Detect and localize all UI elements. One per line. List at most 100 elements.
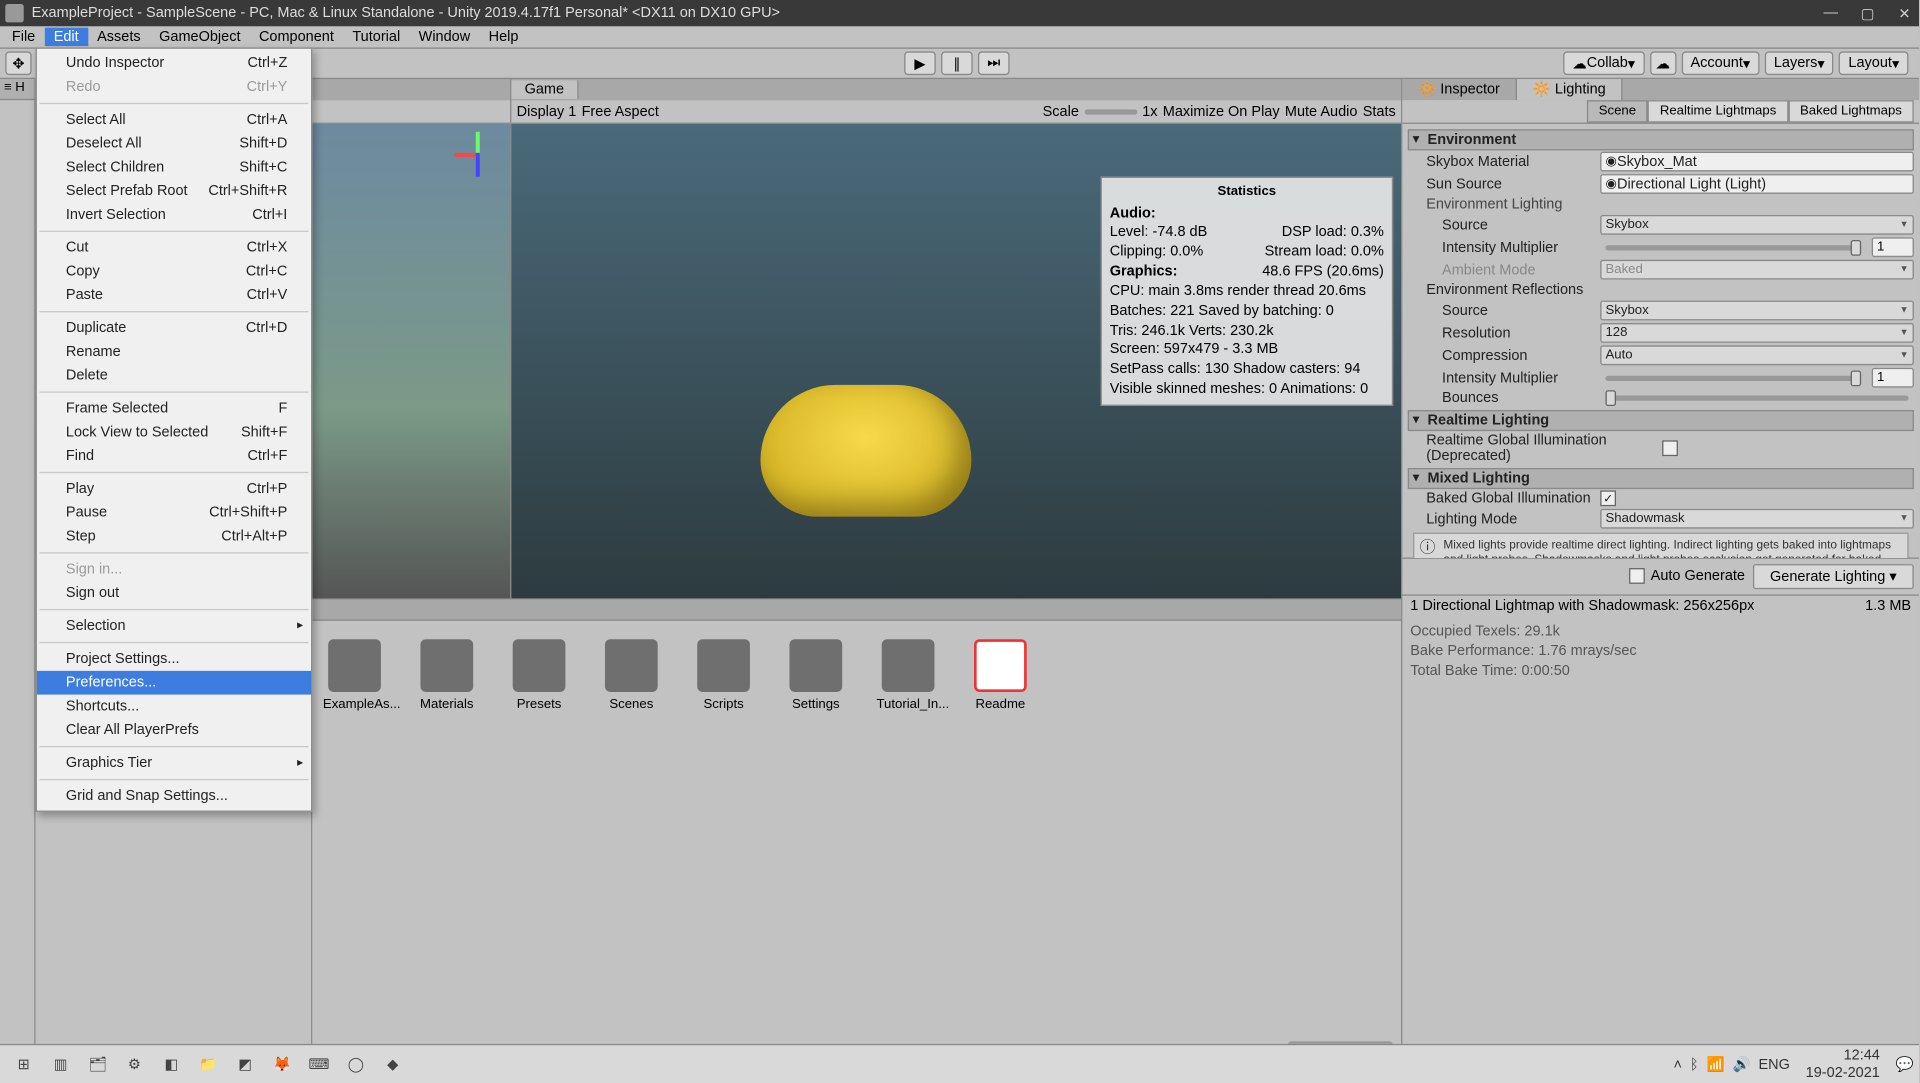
menu-component[interactable]: Component [250, 28, 343, 46]
menu-item-delete[interactable]: Delete [37, 364, 311, 388]
menu-window[interactable]: Window [409, 28, 479, 46]
services-button[interactable]: ☁ [1650, 51, 1676, 75]
menu-edit[interactable]: Edit [44, 28, 87, 46]
notifications-icon[interactable]: 💬 [1896, 1056, 1914, 1073]
game-tab[interactable]: Game [511, 80, 578, 98]
bounces-slider pad[interactable] [1605, 395, 1908, 400]
start-button[interactable]: ⊞ [5, 1048, 42, 1080]
sun-source-field[interactable]: ◉ Directional Light (Light) [1600, 174, 1914, 194]
baked-gi-checkbox[interactable]: ✓ [1600, 490, 1616, 506]
menu-item-duplicate[interactable]: DuplicateCtrl+D [37, 316, 311, 340]
menu-item-undo-inspector[interactable]: Undo InspectorCtrl+Z [37, 51, 311, 75]
generate-lighting-button[interactable]: Generate Lighting ▾ [1753, 563, 1914, 588]
menu-item-step[interactable]: StepCtrl+Alt+P [37, 525, 311, 549]
hand-tool-button[interactable]: ✥ [5, 51, 31, 75]
asset-settings[interactable]: Settings [784, 639, 847, 711]
menu-item-select-prefab-root[interactable]: Select Prefab RootCtrl+Shift+R [37, 179, 311, 203]
tab-lighting[interactable]: 🔆 Lighting [1517, 79, 1623, 100]
obs-icon[interactable]: ◯ [337, 1048, 374, 1080]
menu-item-selection[interactable]: Selection [37, 614, 311, 638]
menu-item-paste[interactable]: PasteCtrl+V [37, 283, 311, 307]
mixed-lighting-header[interactable]: Mixed Lighting [1408, 468, 1914, 489]
auto-generate-checkbox[interactable]: Auto Generate [1630, 563, 1745, 588]
subtab-realtime-lightmaps[interactable]: Realtime Lightmaps [1648, 100, 1788, 122]
intensity-value[interactable] [1872, 237, 1914, 257]
menu-item-play[interactable]: PlayCtrl+P [37, 477, 311, 501]
skybox-material-field[interactable]: ◉ Skybox_Mat [1600, 152, 1914, 172]
mute-audio-toggle[interactable]: Mute Audio [1285, 103, 1358, 119]
menu-gameobject[interactable]: GameObject [150, 28, 250, 46]
clock[interactable]: 12:4419-02-2021 [1798, 1048, 1888, 1080]
settings-icon[interactable]: ⚙ [116, 1048, 153, 1080]
play-button[interactable]: ▶ [904, 51, 936, 75]
layout-dropdown[interactable]: Layout ▾ [1839, 51, 1908, 75]
language-indicator[interactable]: ENG [1758, 1056, 1789, 1072]
menu-item-find[interactable]: FindCtrl+F [37, 444, 311, 468]
maximize-button[interactable]: ▢ [1858, 5, 1876, 22]
display-dropdown[interactable]: Display 1 [517, 103, 577, 119]
bluetooth-icon[interactable]: ᛒ [1690, 1056, 1699, 1072]
asset-exampleas-[interactable]: ExampleAs... [323, 639, 386, 711]
collab-dropdown[interactable]: ☁ Collab ▾ [1563, 51, 1644, 75]
realtime-gi-checkbox[interactable] [1662, 440, 1678, 456]
edit-menu[interactable]: Undo InspectorCtrl+ZRedoCtrl+YSelect All… [36, 47, 313, 811]
firefox-icon[interactable]: 🦊 [264, 1048, 301, 1080]
menu-item-lock-view-to-selected[interactable]: Lock View to SelectedShift+F [37, 420, 311, 444]
wifi-icon[interactable]: 📶 [1707, 1056, 1725, 1073]
folder-icon[interactable]: 📁 [190, 1048, 227, 1080]
asset-scenes[interactable]: Scenes [600, 639, 663, 711]
project-grid[interactable]: ExampleAs...MaterialsPresetsScenesScript… [312, 600, 1401, 1055]
menu-item-cut[interactable]: CutCtrl+X [37, 236, 311, 260]
menu-item-select-children[interactable]: Select ChildrenShift+C [37, 156, 311, 180]
menu-item-copy[interactable]: CopyCtrl+C [37, 260, 311, 284]
menu-tutorial[interactable]: Tutorial [343, 28, 409, 46]
menubar[interactable]: FileEditAssetsGameObjectComponentTutoria… [0, 26, 1919, 47]
tab-inspector[interactable]: 🔆 Inspector [1402, 79, 1517, 100]
menu-item-grid-and-snap-settings-[interactable]: Grid and Snap Settings... [37, 784, 311, 808]
refl-intensity-slider[interactable] [1605, 375, 1861, 380]
close-button[interactable]: ✕ [1895, 5, 1913, 22]
refl-intensity-value[interactable] [1872, 368, 1914, 388]
inspector-tabs[interactable]: 🔆 Inspector🔆 Lighting [1402, 79, 1919, 100]
realtime-lighting-header[interactable]: Realtime Lighting [1408, 410, 1914, 431]
hierarchy-panel[interactable]: ≡ H [0, 79, 36, 1054]
asset-tutorial-in-[interactable]: Tutorial_In... [876, 639, 939, 711]
menu-item-deselect-all[interactable]: Deselect AllShift+D [37, 132, 311, 156]
refl-resolution-dropdown[interactable]: 128 [1600, 323, 1914, 343]
task-view-button[interactable]: ▥ [42, 1048, 79, 1080]
volume-icon[interactable]: 🔊 [1732, 1056, 1750, 1073]
menu-item-invert-selection[interactable]: Invert SelectionCtrl+I [37, 203, 311, 227]
maximize-on-play-toggle[interactable]: Maximize On Play [1163, 103, 1280, 119]
environment-header[interactable]: Environment [1408, 129, 1914, 150]
menu-file[interactable]: File [3, 28, 45, 46]
menu-item-frame-selected[interactable]: Frame SelectedF [37, 397, 311, 421]
asset-materials[interactable]: Materials [415, 639, 478, 711]
menu-item-shortcuts-[interactable]: Shortcuts... [37, 695, 311, 719]
menu-assets[interactable]: Assets [88, 28, 150, 46]
menu-item-preferences-[interactable]: Preferences... [37, 671, 311, 695]
menu-item-select-all[interactable]: Select AllCtrl+A [37, 108, 311, 132]
scene-gizmo[interactable] [455, 132, 502, 179]
intensity-slider[interactable] [1605, 244, 1861, 249]
layers-dropdown[interactable]: Layers ▾ [1765, 51, 1834, 75]
env-light-source-dropdown[interactable]: Skybox [1600, 215, 1914, 235]
tray-chevron-icon[interactable]: ˄ [1673, 1056, 1681, 1072]
asset-presets[interactable]: Presets [507, 639, 570, 711]
menu-item-clear-all-playerprefs[interactable]: Clear All PlayerPrefs [37, 718, 311, 742]
hierarchy-tab[interactable]: ≡ H [0, 79, 34, 100]
subtab-scene[interactable]: Scene [1587, 100, 1648, 122]
explorer-icon[interactable]: 🗂 [79, 1048, 116, 1080]
subtab-baked-lightmaps[interactable]: Baked Lightmaps [1788, 100, 1914, 122]
menu-item-rename[interactable]: Rename [37, 340, 311, 364]
minimize-button[interactable]: — [1821, 5, 1839, 22]
aspect-dropdown[interactable]: Free Aspect [582, 103, 659, 119]
menu-item-pause[interactable]: PauseCtrl+Shift+P [37, 501, 311, 525]
vscode-icon[interactable]: ⌨ [301, 1048, 338, 1080]
app2-icon[interactable]: ◩ [227, 1048, 264, 1080]
menu-item-project-settings-[interactable]: Project Settings... [37, 647, 311, 671]
asset-readme[interactable]: Readme [969, 639, 1032, 711]
unity-taskbar-icon[interactable]: ◆ [374, 1048, 411, 1080]
stats-toggle[interactable]: Stats [1363, 103, 1396, 119]
menu-item-graphics-tier[interactable]: Graphics Tier [37, 751, 311, 775]
menu-item-sign-out[interactable]: Sign out [37, 581, 311, 605]
